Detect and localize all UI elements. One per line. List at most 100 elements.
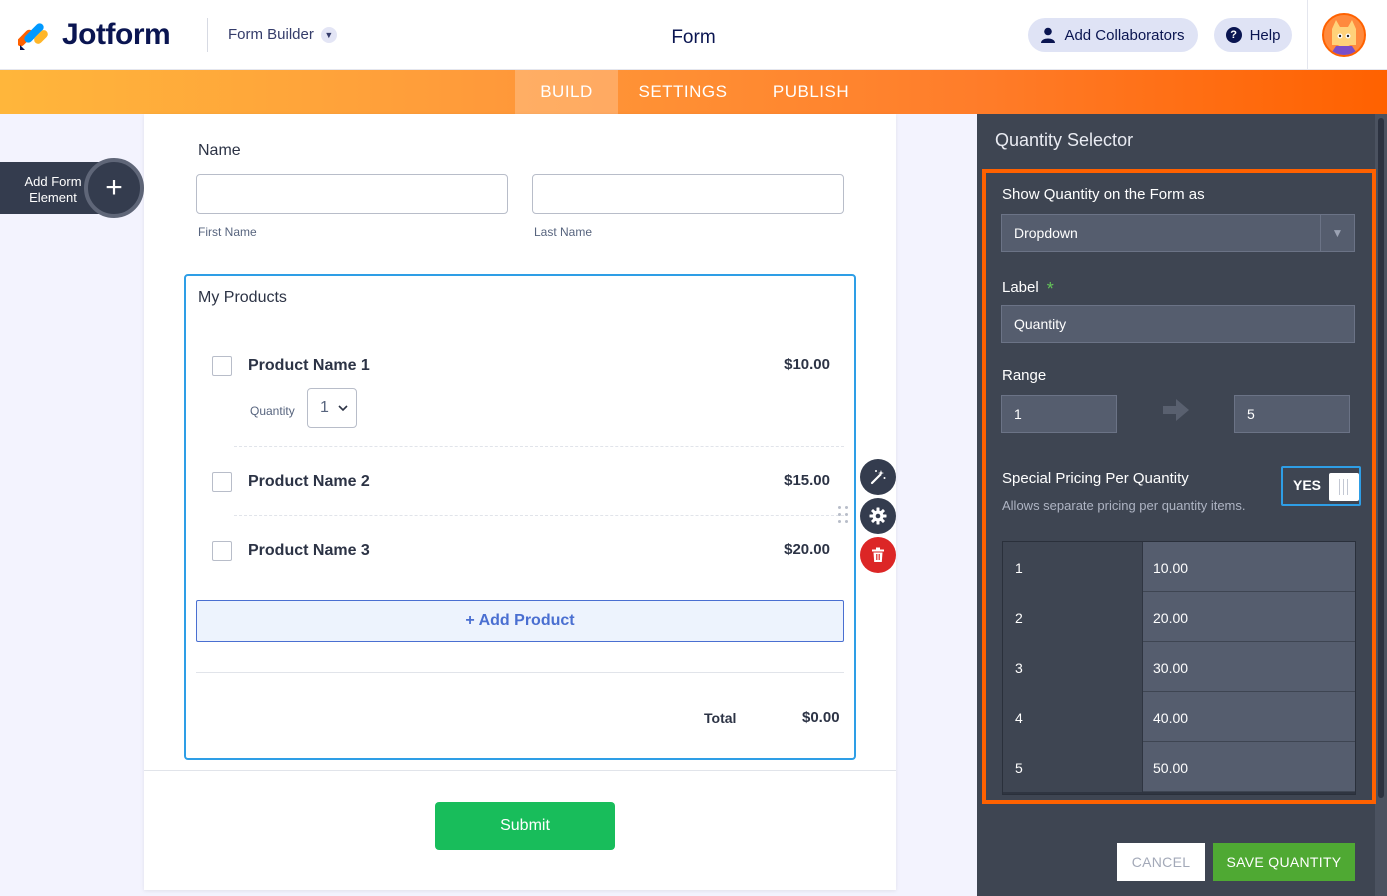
table-row: 1 10.00 (1003, 542, 1355, 592)
tab-settings[interactable]: SETTINGS (632, 70, 734, 114)
tab-build[interactable]: BUILD (515, 70, 618, 114)
first-name-sublabel: First Name (198, 225, 257, 239)
help-label: Help (1249, 26, 1281, 44)
caret-down-icon: ▼ (1320, 215, 1354, 251)
header-divider (207, 18, 208, 52)
product-checkbox[interactable] (212, 356, 232, 376)
product-price: $10.00 (784, 356, 830, 373)
gear-icon (869, 507, 887, 525)
jotform-logo[interactable]: Jotform (18, 18, 171, 52)
jotform-logo-icon (18, 23, 48, 50)
properties-button[interactable] (860, 459, 896, 495)
show-as-value: Dropdown (1014, 225, 1078, 241)
magic-wand-icon (870, 470, 886, 485)
label-input[interactable]: Quantity (1001, 305, 1355, 343)
toggle-knob (1329, 473, 1359, 501)
required-asterisk: * (1046, 279, 1054, 299)
special-pricing-toggle[interactable]: YES (1281, 466, 1361, 506)
trash-icon (872, 547, 884, 562)
product-checkbox[interactable] (212, 541, 232, 561)
total-label: Total (704, 710, 737, 726)
panel-title: Quantity Selector (995, 130, 1134, 150)
avatar-image (1324, 15, 1364, 55)
table-row: 5 50.00 (1003, 742, 1355, 792)
delete-button[interactable] (860, 537, 896, 573)
first-name-input[interactable] (196, 174, 508, 214)
total-divider (196, 672, 844, 673)
table-row: 2 20.00 (1003, 592, 1355, 642)
show-as-label: Show Quantity on the Form as (1002, 186, 1205, 203)
cancel-button[interactable]: CANCEL (1117, 843, 1205, 881)
add-collaborators-button[interactable]: Add Collaborators (1028, 18, 1198, 52)
header-divider (1307, 0, 1308, 70)
product-name: Product Name 1 (248, 357, 370, 374)
pricing-price-input[interactable]: 50.00 (1143, 742, 1355, 792)
last-name-sublabel: Last Name (534, 225, 593, 239)
last-name-input[interactable] (532, 174, 844, 214)
help-button[interactable]: ? Help (1214, 18, 1292, 52)
form-builder-label: Form Builder (228, 26, 314, 43)
quantity-dropdown[interactable]: 1 (307, 388, 357, 428)
table-row: 4 40.00 (1003, 692, 1355, 742)
panel-scrollbar[interactable] (1375, 114, 1387, 896)
name-label: Name (198, 142, 241, 159)
submit-divider (144, 770, 896, 771)
label-field-label: Label * (1002, 276, 1054, 299)
label-value: Quantity (1014, 316, 1067, 332)
avatar[interactable] (1322, 13, 1366, 57)
pricing-price-input[interactable]: 20.00 (1143, 592, 1355, 642)
tab-publish[interactable]: PUBLISH (762, 70, 860, 114)
add-form-element-label: Add Form Element (24, 174, 82, 205)
quantity-settings-box: Show Quantity on the Form as Dropdown ▼ … (982, 169, 1376, 804)
product-name: Product Name 2 (248, 473, 370, 490)
range-to-value: 5 (1247, 406, 1255, 422)
range-label: Range (1002, 367, 1047, 384)
product-checkbox[interactable] (212, 472, 232, 492)
quantity-value: 1 (320, 399, 329, 416)
range-to-input[interactable]: 5 (1234, 395, 1350, 433)
chevron-down-icon (338, 401, 348, 415)
pricing-qty: 1 (1003, 542, 1143, 592)
row-divider (234, 515, 844, 516)
drag-handle[interactable] (838, 506, 850, 528)
pricing-price-input[interactable]: 30.00 (1143, 642, 1355, 692)
pricing-price-input[interactable]: 40.00 (1143, 692, 1355, 742)
chevron-down-icon: ▼ (320, 26, 337, 43)
top-header: Jotform Form Builder ▼ Form Add Collabor… (0, 0, 1387, 70)
special-pricing-label: Special Pricing Per Quantity (1002, 470, 1189, 487)
question-icon: ? (1225, 27, 1242, 43)
plus-icon: + (84, 158, 144, 218)
add-collaborators-label: Add Collaborators (1064, 26, 1185, 44)
range-from-input[interactable]: 1 (1001, 395, 1117, 433)
settings-button[interactable] (860, 498, 896, 534)
form-canvas: Name First Name Last Name My Products Pr… (144, 114, 896, 890)
show-as-dropdown[interactable]: Dropdown ▼ (1001, 214, 1355, 252)
user-icon (1041, 27, 1056, 43)
quantity-selector-panel: Quantity Selector Show Quantity on the F… (977, 114, 1387, 896)
pricing-price-input[interactable]: 10.00 (1143, 542, 1355, 592)
special-pricing-description: Allows separate pricing per quantity ite… (1002, 498, 1246, 513)
toggle-state: YES (1293, 477, 1322, 493)
pricing-qty: 2 (1003, 592, 1143, 642)
save-quantity-button[interactable]: SAVE QUANTITY (1213, 843, 1355, 881)
submit-button[interactable]: Submit (435, 802, 615, 850)
product-list-field[interactable]: My Products Product Name 1 $10.00 Quanti… (184, 274, 856, 760)
product-price: $15.00 (784, 472, 830, 489)
add-product-button[interactable]: + Add Product (196, 600, 844, 642)
label-text: Label (1002, 279, 1039, 296)
pricing-qty: 4 (1003, 692, 1143, 742)
pricing-qty: 5 (1003, 742, 1143, 792)
products-label: My Products (198, 289, 287, 306)
quantity-label: Quantity (250, 404, 295, 418)
total-value: $0.00 (802, 709, 840, 726)
form-builder-menu[interactable]: Form Builder ▼ (228, 26, 337, 43)
scrollbar-thumb[interactable] (1378, 118, 1384, 798)
pricing-qty: 3 (1003, 642, 1143, 692)
product-price: $20.00 (784, 541, 830, 558)
pricing-table: 1 10.00 2 20.00 3 30.00 4 40.00 5 50.00 (1002, 541, 1356, 795)
table-row: 3 30.00 (1003, 642, 1355, 692)
arrow-right-icon (1163, 399, 1189, 421)
range-from-value: 1 (1014, 406, 1022, 422)
add-form-element-button[interactable]: Add Form Element + (0, 158, 144, 218)
product-name: Product Name 3 (248, 542, 370, 559)
